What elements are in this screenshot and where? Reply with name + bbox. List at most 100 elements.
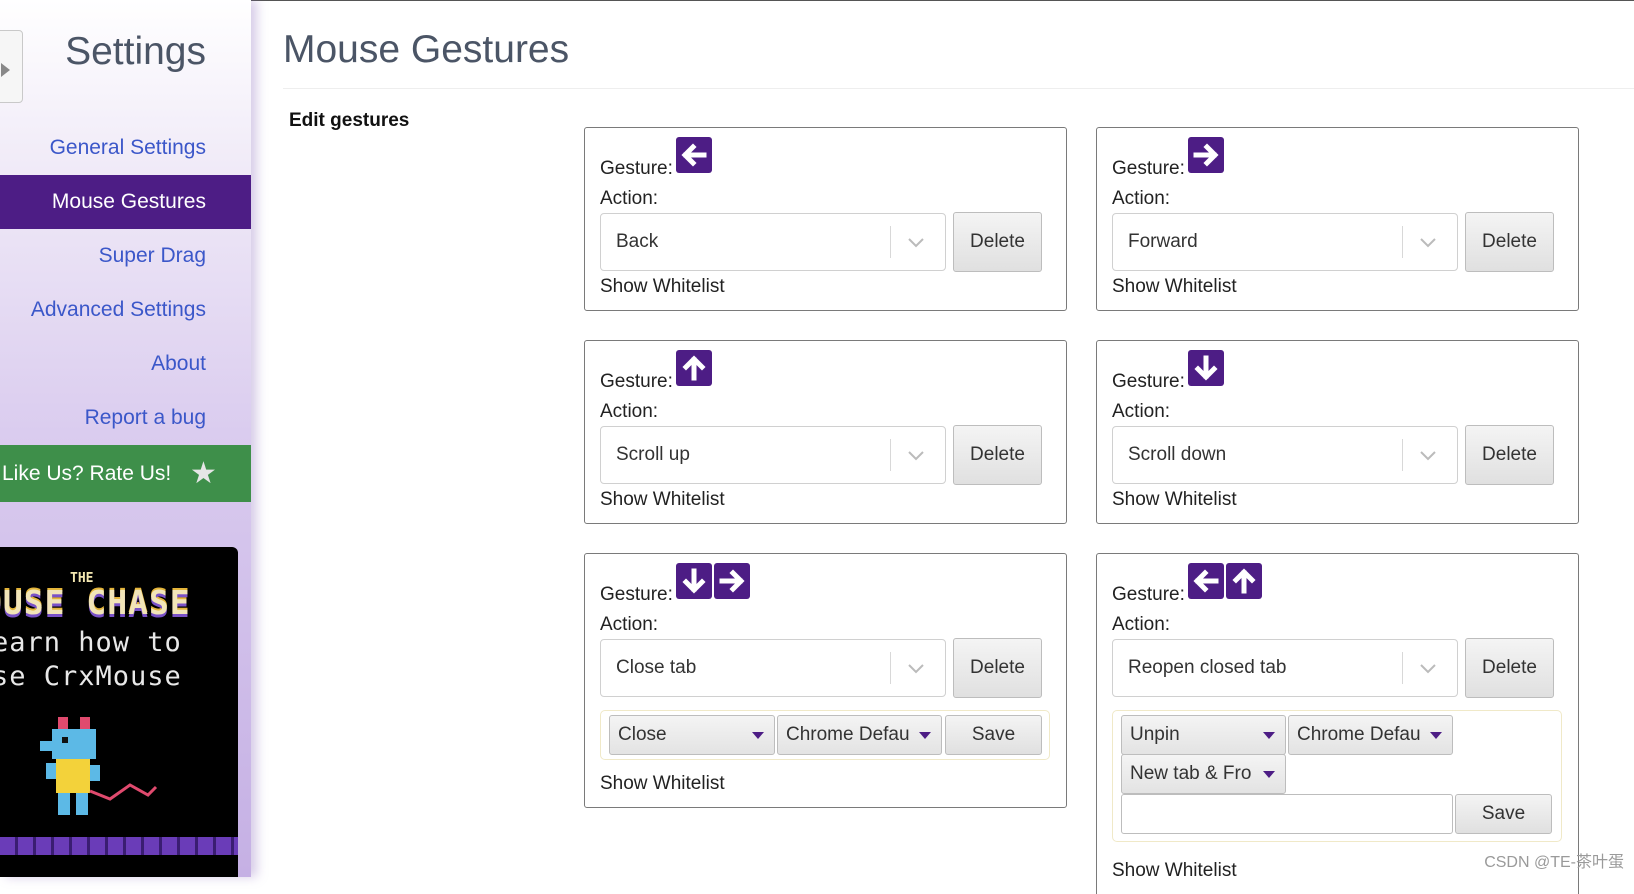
select-separator (1402, 652, 1403, 684)
chevron-down-icon (1420, 238, 1436, 248)
gesture-label: Gesture: (600, 158, 673, 179)
action-label: Action: (1112, 614, 1171, 635)
select-separator (1402, 226, 1403, 258)
action-options-panel: Unpin Chrome Defau New tab & Fro Save (1112, 710, 1562, 842)
chevron-down-icon (908, 238, 924, 248)
tab-position-dropdown[interactable]: New tab & Fro (1121, 754, 1286, 794)
delete-button[interactable]: Delete (1465, 425, 1554, 485)
promo-line-2: se CrxMouse (0, 661, 182, 692)
rate-us-button[interactable]: Like Us? Rate Us! ★ (0, 445, 251, 502)
delete-button[interactable]: Delete (953, 425, 1042, 485)
select-separator (1402, 439, 1403, 471)
caret-down-icon (1263, 771, 1275, 778)
dropdown-value: Close (618, 724, 667, 745)
caret-down-icon (752, 732, 764, 739)
action-label: Action: (600, 614, 659, 635)
chevron-down-icon (1420, 451, 1436, 461)
caret-down-icon (1430, 732, 1442, 739)
page-title: Mouse Gestures (283, 28, 570, 71)
action-select[interactable]: Scroll up (600, 426, 946, 484)
dropdown-value: Chrome Defau (1297, 724, 1421, 745)
show-whitelist-link[interactable]: Show Whitelist (1112, 276, 1237, 298)
save-button[interactable]: Save (1455, 794, 1552, 834)
unpin-mode-dropdown[interactable]: Unpin (1121, 715, 1286, 755)
sidebar: Settings General Settings Mouse Gestures… (0, 0, 251, 877)
sidebar-nav: General Settings Mouse Gestures Super Dr… (0, 121, 251, 445)
chevron-down-icon (908, 451, 924, 461)
action-label: Action: (600, 188, 659, 209)
promo-banner[interactable]: THE OUSE CHASE earn how to se CrxMouse (0, 547, 238, 877)
star-icon: ★ (190, 457, 217, 490)
dropdown-value: New tab & Fro (1130, 763, 1252, 784)
delete-button[interactable]: Delete (953, 212, 1042, 272)
dropdown-value: Unpin (1130, 724, 1180, 745)
sidebar-item-report-bug[interactable]: Report a bug (0, 391, 251, 445)
show-whitelist-link[interactable]: Show Whitelist (600, 773, 725, 795)
action-select-value: Reopen closed tab (1128, 657, 1287, 678)
action-label: Action: (1112, 401, 1171, 422)
sidebar-item-mouse-gestures[interactable]: Mouse Gestures (0, 175, 251, 229)
action-select[interactable]: Reopen closed tab (1112, 639, 1458, 697)
gesture-label: Gesture: (1112, 158, 1185, 179)
caret-down-icon (1263, 732, 1275, 739)
select-separator (890, 439, 891, 471)
gesture-label: Gesture: (1112, 584, 1185, 605)
gesture-card-reopen-closed-tab: Gesture: Action: Reopen closed tab Delet… (1096, 553, 1579, 894)
chevron-down-icon (1420, 664, 1436, 674)
select-separator (890, 226, 891, 258)
arrow-left-icon (1188, 563, 1224, 599)
gesture-card-close-tab: Gesture: Action: Close tab Delete Close … (584, 553, 1067, 808)
show-whitelist-link[interactable]: Show Whitelist (1112, 489, 1237, 511)
focus-target-dropdown[interactable]: Chrome Defau (777, 715, 942, 755)
show-whitelist-link[interactable]: Show Whitelist (600, 489, 725, 511)
rate-us-label: Like Us? Rate Us! (2, 462, 172, 485)
section-heading: Edit gestures (289, 110, 410, 131)
action-select-value: Forward (1128, 231, 1198, 252)
arrow-up-icon (676, 350, 712, 386)
chevron-down-icon (908, 664, 924, 674)
mouse-character-icon (40, 717, 158, 815)
close-mode-dropdown[interactable]: Close (609, 715, 775, 755)
delete-button[interactable]: Delete (1465, 212, 1554, 272)
action-select-value: Back (616, 231, 659, 252)
select-separator (890, 652, 891, 684)
gesture-card-scroll-down: Gesture: Action: Scroll down Delete Show… (1096, 340, 1579, 524)
sidebar-item-super-drag[interactable]: Super Drag (0, 229, 251, 283)
promo-line-1: earn how to (0, 627, 182, 658)
triangle-left-icon (1, 63, 10, 77)
action-select-value: Close tab (616, 657, 697, 678)
sidebar-title: Settings (65, 30, 206, 73)
caret-down-icon (919, 732, 931, 739)
action-select[interactable]: Scroll down (1112, 426, 1458, 484)
arrow-down-icon (1188, 350, 1224, 386)
show-whitelist-link[interactable]: Show Whitelist (600, 276, 725, 298)
gesture-label: Gesture: (1112, 371, 1185, 392)
show-whitelist-link[interactable]: Show Whitelist (1112, 860, 1237, 882)
arrow-right-icon (714, 563, 750, 599)
sidebar-item-about[interactable]: About (0, 337, 251, 391)
action-select-value: Scroll down (1128, 444, 1227, 465)
action-label: Action: (1112, 188, 1171, 209)
focus-target-dropdown[interactable]: Chrome Defau (1288, 715, 1453, 755)
sidebar-item-general-settings[interactable]: General Settings (0, 121, 251, 175)
option-text-input[interactable] (1121, 794, 1453, 834)
action-options-panel: Close Chrome Defau Save (600, 710, 1050, 760)
collapse-tab[interactable] (0, 30, 23, 103)
delete-button[interactable]: Delete (953, 638, 1042, 698)
save-button[interactable]: Save (945, 715, 1042, 755)
gesture-label: Gesture: (600, 584, 673, 605)
action-select[interactable]: Close tab (600, 639, 946, 697)
gesture-card-scroll-up: Gesture: Action: Scroll up Delete Show W… (584, 340, 1067, 524)
watermark: CSDN @TE-茶叶蛋 (1484, 854, 1624, 871)
sidebar-item-advanced-settings[interactable]: Advanced Settings (0, 283, 251, 337)
gesture-card-forward: Gesture: Action: Forward Delete Show Whi… (1096, 127, 1579, 311)
arrow-down-icon (676, 563, 712, 599)
dropdown-value: Chrome Defau (786, 724, 910, 745)
delete-button[interactable]: Delete (1465, 638, 1554, 698)
promo-title: OUSE CHASE (0, 583, 191, 622)
arrow-left-icon (676, 137, 712, 173)
gesture-label: Gesture: (600, 371, 673, 392)
action-select[interactable]: Forward (1112, 213, 1458, 271)
action-select[interactable]: Back (600, 213, 946, 271)
arrow-right-icon (1188, 137, 1224, 173)
